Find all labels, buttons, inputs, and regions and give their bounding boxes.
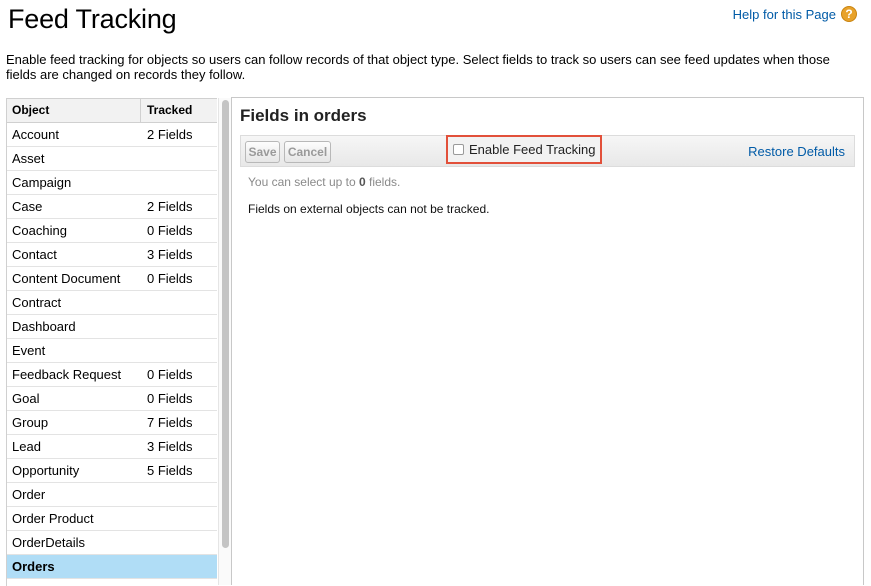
field-limit-prefix: You can select up to xyxy=(248,175,359,189)
object-name[interactable]: Account xyxy=(7,123,141,146)
object-name[interactable]: Dashboard xyxy=(7,315,141,338)
field-limit-count: 0 xyxy=(358,175,366,189)
object-row[interactable]: Case 2 Fields xyxy=(7,195,217,219)
tracked-count: 2 Fields xyxy=(147,127,193,142)
external-objects-note: Fields on external objects can not be tr… xyxy=(248,202,490,216)
cancel-button[interactable]: Cancel xyxy=(284,141,331,163)
tracked-count: 0 Fields xyxy=(147,223,193,238)
object-name[interactable]: Order Product xyxy=(7,507,141,530)
restore-defaults-link[interactable]: Restore Defaults xyxy=(748,144,845,159)
object-list-header: Object Tracked xyxy=(7,99,217,123)
tracked-count: 5 Fields xyxy=(147,463,193,478)
object-row[interactable]: Account 2 Fields xyxy=(7,123,217,147)
object-row[interactable]: Coaching 0 Fields xyxy=(7,219,217,243)
object-name[interactable]: Goal xyxy=(7,387,141,410)
object-list: Object Tracked Account 2 Fields Asset Campa… xyxy=(6,98,217,586)
object-name[interactable]: Group xyxy=(7,411,141,434)
object-row[interactable]: Event xyxy=(7,339,217,363)
object-name[interactable]: Asset xyxy=(7,147,141,170)
tracked-count xyxy=(141,531,147,554)
page-title: Feed Tracking xyxy=(8,4,177,34)
fields-panel: Fields in orders Save Cancel Enable Feed… xyxy=(231,97,864,585)
object-name[interactable]: Content Document xyxy=(7,267,141,290)
object-row[interactable]: Order xyxy=(7,483,217,507)
object-row[interactable]: Campaign xyxy=(7,171,217,195)
object-name[interactable]: Contact xyxy=(7,243,141,266)
field-limit-text: You can select up to 0 fields. xyxy=(248,175,400,189)
tracked-count xyxy=(141,315,147,338)
object-row[interactable]: OrderDetails xyxy=(7,531,217,555)
tracked-count: 2 Fields xyxy=(147,199,193,214)
help-link[interactable]: Help for this Page ? xyxy=(733,6,857,22)
tracked-count xyxy=(141,555,147,578)
enable-feed-tracking-checkbox[interactable] xyxy=(453,144,464,155)
object-row[interactable]: Dashboard xyxy=(7,315,217,339)
column-header-object: Object xyxy=(7,99,141,122)
question-circle-icon[interactable]: ? xyxy=(841,6,857,22)
tracked-count xyxy=(141,483,147,506)
object-name[interactable]: Case xyxy=(7,195,141,218)
object-row[interactable]: Contract xyxy=(7,291,217,315)
tracked-count: 0 Fields xyxy=(147,391,193,406)
tracked-count: 3 Fields xyxy=(147,439,193,454)
help-link-label[interactable]: Help for this Page xyxy=(733,7,836,22)
object-row[interactable]: Group 7 Fields xyxy=(7,411,217,435)
object-name[interactable]: OrderDetails xyxy=(7,531,141,554)
object-name[interactable]: Campaign xyxy=(7,171,141,194)
tracked-count: 0 Fields xyxy=(147,367,193,382)
object-row[interactable]: Opportunity 5 Fields xyxy=(7,459,217,483)
tracked-count xyxy=(141,171,147,194)
page-description: Enable feed tracking for objects so user… xyxy=(6,52,830,82)
column-header-tracked: Tracked xyxy=(147,103,193,117)
object-row[interactable]: Order Product xyxy=(7,507,217,531)
object-row[interactable]: Content Document 0 Fields xyxy=(7,267,217,291)
object-name[interactable]: Coaching xyxy=(7,219,141,242)
object-name[interactable]: Lead xyxy=(7,435,141,458)
object-row[interactable]: Asset xyxy=(7,147,217,171)
object-list-scrollbar[interactable] xyxy=(218,98,231,585)
tracked-count: 3 Fields xyxy=(147,247,193,262)
object-row[interactable]: Goal 0 Fields xyxy=(7,387,217,411)
object-row[interactable]: Feedback Request 0 Fields xyxy=(7,363,217,387)
tracked-count xyxy=(141,339,147,362)
tracked-count: 0 Fields xyxy=(147,271,193,286)
fields-panel-title: Fields in orders xyxy=(240,106,367,125)
object-row[interactable]: Orders xyxy=(7,555,217,579)
object-name[interactable]: Order xyxy=(7,483,141,506)
object-row[interactable]: Lead 3 Fields xyxy=(7,435,217,459)
tracked-count xyxy=(141,291,147,314)
fields-toolbar: Save Cancel Enable Feed Tracking Restore… xyxy=(240,135,855,167)
object-name[interactable]: Event xyxy=(7,339,141,362)
enable-feed-tracking-toggle[interactable]: Enable Feed Tracking xyxy=(446,135,602,164)
tracked-count xyxy=(141,507,147,530)
tracked-count xyxy=(141,147,147,170)
object-name[interactable]: Orders xyxy=(7,555,141,578)
object-rows: Account 2 Fields Asset Campaign Case 2 Fields… xyxy=(7,123,217,579)
enable-feed-tracking-label[interactable]: Enable Feed Tracking xyxy=(469,142,595,157)
object-name[interactable]: Opportunity xyxy=(7,459,141,482)
object-row[interactable]: Contact 3 Fields xyxy=(7,243,217,267)
object-name[interactable]: Contract xyxy=(7,291,141,314)
field-limit-suffix: fields. xyxy=(365,175,401,189)
object-name[interactable]: Feedback Request xyxy=(7,363,141,386)
scrollbar-thumb[interactable] xyxy=(222,100,229,548)
tracked-count: 7 Fields xyxy=(147,415,193,430)
save-button[interactable]: Save xyxy=(245,141,280,163)
